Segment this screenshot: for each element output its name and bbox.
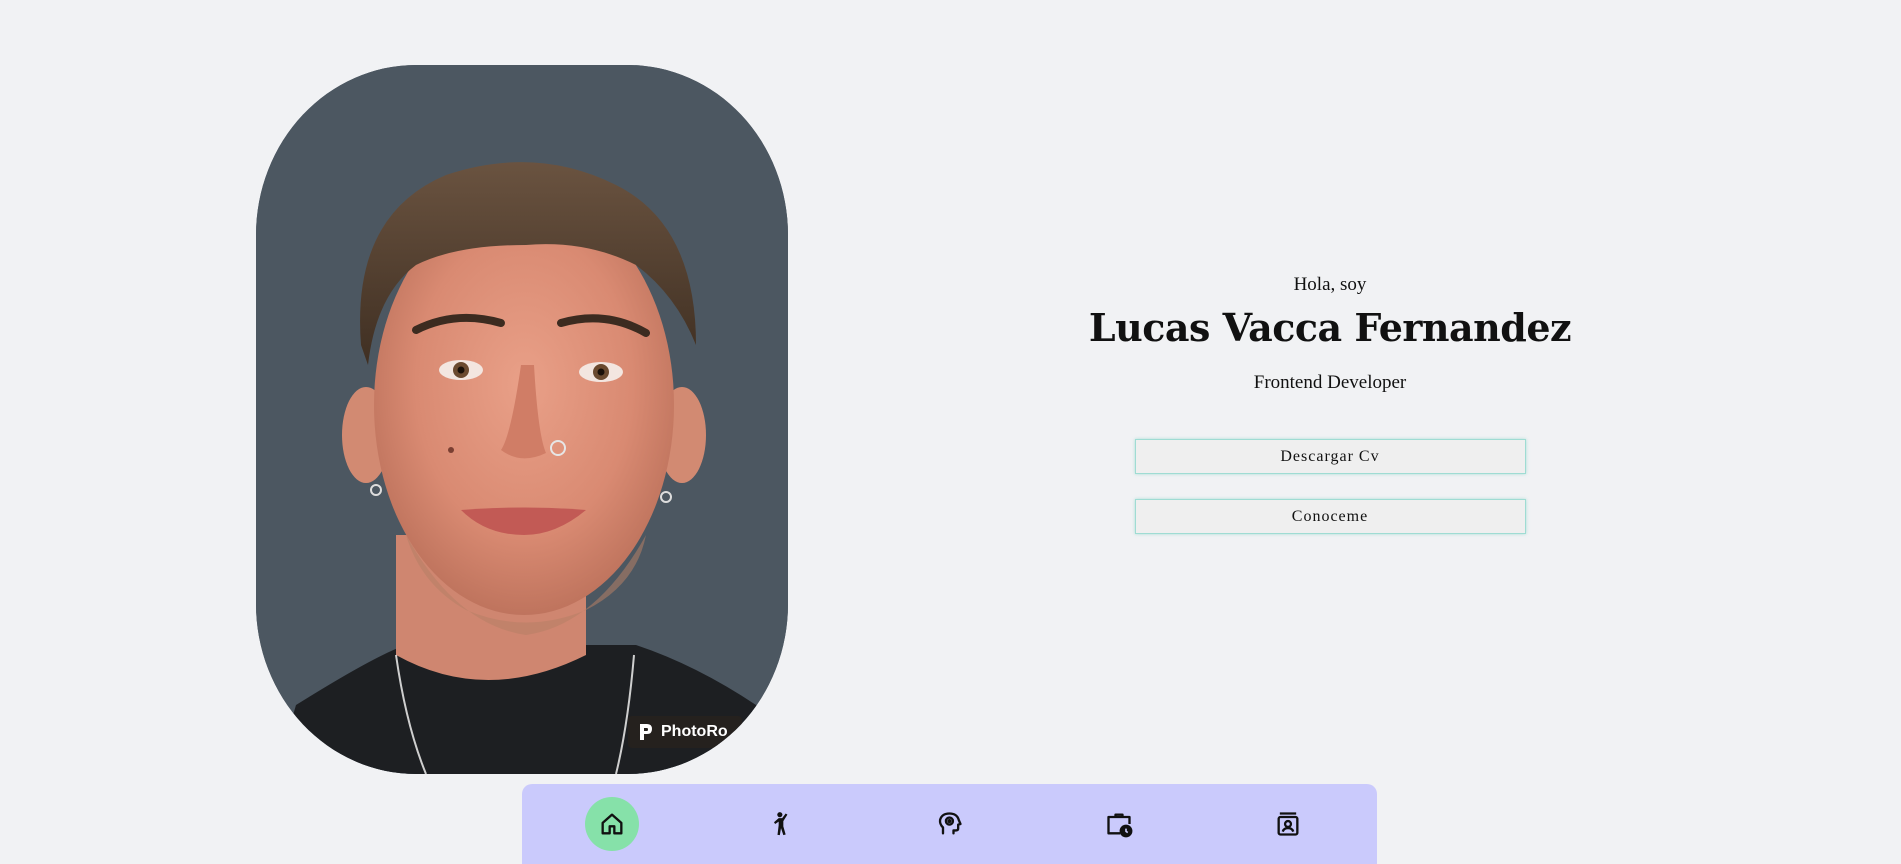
briefcase-clock-icon <box>1107 813 1133 838</box>
home-icon <box>601 813 623 835</box>
photoroom-logo-icon <box>640 724 652 740</box>
nav-skills[interactable] <box>923 797 977 851</box>
hero-name: Lucas Vacca Fernandez <box>1088 305 1572 350</box>
bottom-nav <box>522 784 1377 864</box>
photoroom-watermark: PhotoRo <box>628 716 742 748</box>
nav-projects[interactable] <box>1092 797 1146 851</box>
hero-role: Frontend Developer <box>1253 372 1407 393</box>
nav-home[interactable] <box>585 797 639 851</box>
hero-intro: Hola, soy Lucas Vacca Fernandez Frontend… <box>1060 270 1600 534</box>
person-gesture-icon <box>774 812 788 836</box>
watermark-text: PhotoRo <box>661 723 728 740</box>
nav-about[interactable] <box>754 797 808 851</box>
download-cv-button[interactable]: Descargar Cv <box>1134 439 1526 474</box>
nav-contact[interactable] <box>1261 797 1315 851</box>
profile-photo: PhotoRo <box>256 65 788 774</box>
know-me-button[interactable]: Conoceme <box>1134 499 1526 534</box>
greeting-text: Hola, soy <box>1293 274 1367 295</box>
contact-card-icon <box>1277 812 1299 836</box>
head-skills-icon <box>938 812 962 835</box>
